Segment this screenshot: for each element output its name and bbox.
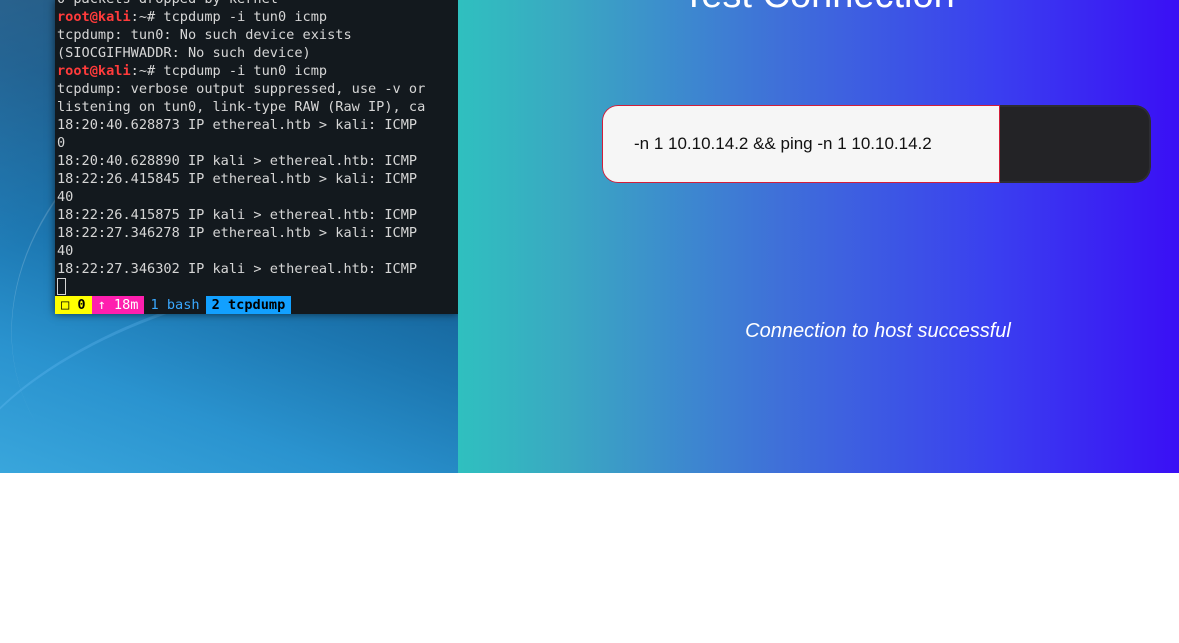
terminal-line: root@kali:~# tcpdump -i tun0 icmp [57,8,425,26]
terminal-line: tcpdump: verbose output suppressed, use … [57,80,425,98]
tmux-statusbar: □ 0 ↑ 18m 1 bash 2 tcpdump [55,296,458,314]
prompt-user-host: root@kali [57,63,131,79]
result-message: Connection to host successful [745,320,1011,342]
terminal-line: 0 packets dropped by kernel [57,0,425,8]
terminal-line-text: 40 [57,189,74,205]
terminal-line: 18:22:26.415875 IP kali > ethereal.htb: … [57,206,425,224]
host-input[interactable] [602,105,1000,183]
terminal-line-text: 18:20:40.628890 IP kali > ethereal.htb: … [57,153,418,169]
prompt-user-host: root@kali [57,9,131,25]
terminal-line: 18:20:40.628890 IP kali > ethereal.htb: … [57,152,425,170]
terminal-line: root@kali:~# tcpdump -i tun0 icmp [57,62,425,80]
terminal-line: 40 [57,188,425,206]
tmux-window-bash[interactable]: 1 bash [144,296,205,314]
terminal-output: 0 packets dropped by kernelroot@kali:~# … [57,0,425,278]
terminal-line: 18:20:40.628873 IP ethereal.htb > kali: … [57,116,425,134]
terminal-line-text: :~# tcpdump -i tun0 icmp [130,9,328,25]
page-title: Test Connection [458,0,1179,17]
terminal-line: 18:22:27.346278 IP ethereal.htb > kali: … [57,224,425,242]
terminal-line: tcpdump: tun0: No such device exists [57,26,425,44]
terminal-line-text: 40 [57,243,74,259]
terminal-line: 0 [57,134,425,152]
terminal-line: listening on tun0, link-type RAW (Raw IP… [57,98,425,116]
terminal-window[interactable]: 0 packets dropped by kernelroot@kali:~# … [55,0,458,314]
terminal-line: 18:22:27.346302 IP kali > ethereal.htb: … [57,260,425,278]
terminal-line-text: 18:22:27.346278 IP ethereal.htb > kali: … [57,225,418,241]
terminal-line-text: 0 [57,135,66,151]
terminal-line-text: 18:22:27.346302 IP kali > ethereal.htb: … [57,261,418,277]
terminal-line-text: tcpdump: tun0: No such device exists [57,27,352,43]
tmux-session-indicator: □ 0 [55,296,92,314]
terminal-line-text: (SIOCGIFHWADDR: No such device) [57,45,311,61]
terminal-line: 40 [57,242,425,260]
terminal-line-text: listening on tun0, link-type RAW (Raw IP… [57,99,426,115]
terminal-line: (SIOCGIFHWADDR: No such device) [57,44,425,62]
terminal-line-text: 18:20:40.628873 IP ethereal.htb > kali: … [57,117,418,133]
terminal-line-text: tcpdump: verbose output suppressed, use … [57,81,426,97]
terminal-cursor [57,278,66,295]
terminal-line-text: :~# tcpdump -i tun0 icmp [130,63,328,79]
terminal-line-text: 0 packets dropped by kernel [57,0,278,7]
submit-button[interactable] [1000,105,1151,183]
connection-form [602,105,1151,183]
test-connection-app: Test Connection Connection to host succe… [458,0,1179,473]
tmux-uptime-indicator: ↑ 18m [91,296,145,314]
tmux-window-tcpdump[interactable]: 2 tcpdump [205,296,292,314]
terminal-line-text: 18:22:26.415845 IP ethereal.htb > kali: … [57,171,418,187]
terminal-line: 18:22:26.415845 IP ethereal.htb > kali: … [57,170,425,188]
terminal-line-text: 18:22:26.415875 IP kali > ethereal.htb: … [57,207,418,223]
